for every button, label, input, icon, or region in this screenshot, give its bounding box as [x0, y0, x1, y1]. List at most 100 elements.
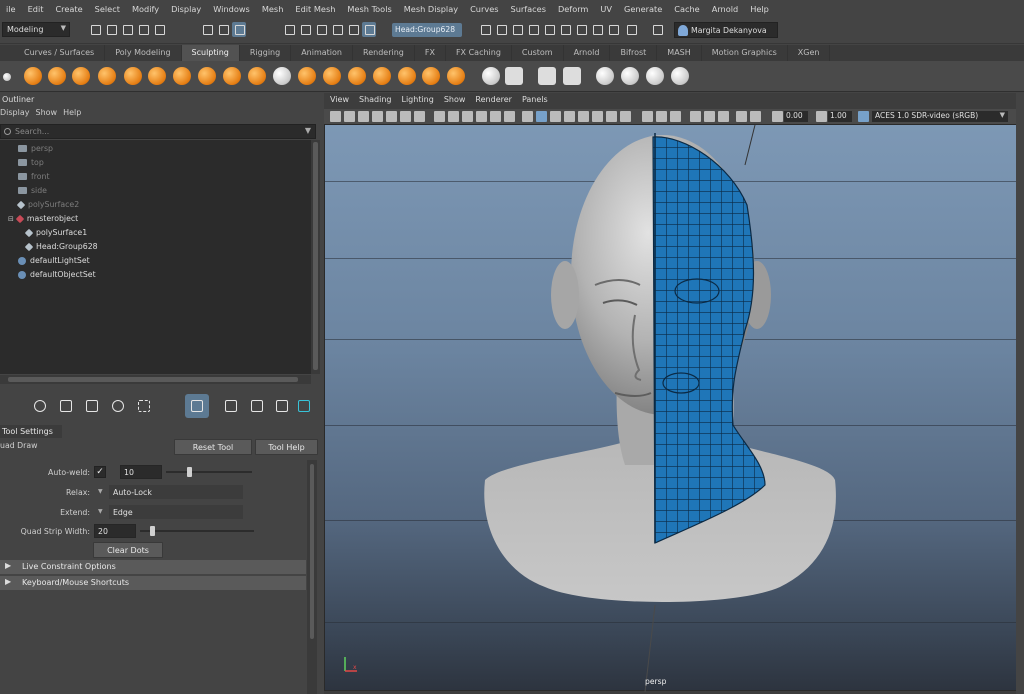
outliner-horizontal-scrollbar[interactable]	[0, 375, 311, 384]
xray-joints-icon[interactable]	[718, 111, 729, 122]
reset-tool-button[interactable]: Reset Tool	[174, 439, 252, 455]
chevron-down-icon[interactable]: ▼	[305, 126, 311, 135]
menu-select[interactable]: Select	[89, 4, 126, 14]
sculpt-brush-icon[interactable]	[24, 67, 42, 85]
outliner-vertical-scrollbar[interactable]	[311, 140, 320, 374]
amplify-brush-icon[interactable]	[422, 67, 440, 85]
shelf-tab-animation[interactable]: Animation	[291, 45, 353, 61]
viewport-menu-panels[interactable]: Panels	[522, 95, 548, 108]
hypershade-icon[interactable]	[542, 22, 556, 37]
viewport-menu-lighting[interactable]: Lighting	[401, 95, 433, 108]
outliner-menu-show[interactable]: Show	[36, 108, 64, 120]
menu-deform[interactable]: Deform	[552, 4, 594, 14]
auto-weld-checkbox[interactable]: ✓	[94, 466, 106, 478]
smooth-brush-icon[interactable]	[48, 67, 66, 85]
tool-help-button[interactable]: Tool Help	[255, 439, 318, 455]
outliner-item-masterobject[interactable]: ⊟ masterobject	[8, 212, 78, 225]
screen-space-ao-icon[interactable]	[606, 111, 617, 122]
mash-logo-icon[interactable]	[292, 394, 316, 418]
grid-icon[interactable]	[414, 111, 425, 122]
menu-edit-mesh[interactable]: Edit Mesh	[289, 4, 341, 14]
menu-file[interactable]: ile	[0, 4, 22, 14]
select-tool-icon[interactable]	[4, 394, 28, 418]
arnold-render-icon[interactable]	[606, 22, 620, 37]
menu-mesh-tools[interactable]: Mesh Tools	[341, 4, 397, 14]
panel-layout-icon[interactable]	[650, 22, 664, 37]
knife-brush-icon[interactable]	[348, 67, 366, 85]
outliner-item-front[interactable]: front	[18, 170, 50, 183]
quad-draw-icon[interactable]	[621, 67, 639, 85]
shelf-tab-motion-graphics[interactable]: Motion Graphics	[702, 45, 788, 61]
textured-icon[interactable]	[564, 111, 575, 122]
gate-mask-icon[interactable]	[462, 111, 473, 122]
quad-strip-width-slider-track[interactable]	[140, 530, 254, 532]
menu-mesh-display[interactable]: Mesh Display	[398, 4, 464, 14]
scrollbar-thumb[interactable]	[8, 377, 298, 382]
quad-draw-tool-icon[interactable]	[185, 394, 209, 418]
ipr-render-icon[interactable]	[590, 22, 604, 37]
view-transform-dropdown[interactable]: ACES 1.0 SDR-video (sRGB) ▼	[872, 111, 1008, 122]
backface-culling-icon[interactable]	[736, 111, 747, 122]
viewport-canvas[interactable]: x persp	[324, 124, 1024, 692]
lasso-tool-icon[interactable]	[28, 394, 52, 418]
chevron-down-icon[interactable]: ▼	[98, 508, 103, 515]
foamy-brush-icon[interactable]	[173, 67, 191, 85]
render-settings-icon[interactable]	[526, 22, 540, 37]
collapse-icon[interactable]: ⊟	[8, 215, 14, 223]
fill-brush-icon[interactable]	[323, 67, 341, 85]
shelf-tab-sculpting[interactable]: Sculpting	[181, 45, 240, 61]
relax-dropdown[interactable]: Auto-Lock	[109, 485, 243, 499]
viewport-menu-show[interactable]: Show	[444, 95, 466, 108]
wax-brush-icon[interactable]	[273, 67, 291, 85]
shelf-tab-custom[interactable]: Custom	[512, 45, 564, 61]
menu-arnold[interactable]: Arnold	[706, 4, 745, 14]
menu-surfaces[interactable]: Surfaces	[505, 4, 552, 14]
bulge-brush-icon[interactable]	[398, 67, 416, 85]
menu-edit[interactable]: Edit	[22, 4, 50, 14]
shelf-tab-curves-surfaces[interactable]: Curves / Surfaces	[14, 45, 106, 61]
outliner-item-defaultlightset[interactable]: defaultLightSet	[18, 254, 90, 267]
menu-help[interactable]: Help	[744, 4, 775, 14]
2d-pan-zoom-icon[interactable]	[386, 111, 397, 122]
rotate-tool-icon[interactable]	[106, 394, 130, 418]
wireframe-on-shaded-icon[interactable]	[550, 111, 561, 122]
make-live-icon[interactable]	[362, 22, 376, 37]
quad-strip-width-slider-thumb[interactable]	[150, 526, 155, 536]
viewport-menu-renderer[interactable]: Renderer	[475, 95, 512, 108]
scrollbar-thumb[interactable]	[310, 464, 314, 639]
grease-pencil-icon[interactable]	[400, 111, 411, 122]
live-constraint-options-section[interactable]: ▶ Live Constraint Options	[0, 560, 306, 574]
spray-brush-icon[interactable]	[198, 67, 216, 85]
exposure-field[interactable]: 0.00	[784, 111, 808, 122]
keyboard-mouse-shortcuts-section[interactable]: ▶ Keyboard/Mouse Shortcuts	[0, 576, 306, 590]
construction-history-icon[interactable]	[478, 22, 492, 37]
exposure-icon[interactable]	[750, 111, 761, 122]
outliner-item-defaultobjectset[interactable]: defaultObjectSet	[18, 268, 96, 281]
outliner-item-persp[interactable]: persp	[18, 142, 53, 155]
shelf-tab-arnold[interactable]: Arnold	[564, 45, 611, 61]
menu-uv[interactable]: UV	[594, 4, 618, 14]
scrape-brush-icon[interactable]	[298, 67, 316, 85]
grab-brush-icon[interactable]	[98, 67, 116, 85]
tool-settings-scrollbar[interactable]	[307, 460, 317, 694]
xray-icon[interactable]	[690, 111, 701, 122]
snap-curve-icon[interactable]	[298, 22, 312, 37]
uv-editor-icon[interactable]	[538, 67, 556, 85]
snap-point-icon[interactable]	[314, 22, 328, 37]
color-management-icon[interactable]	[858, 111, 869, 122]
redo-icon[interactable]	[152, 22, 166, 37]
shelf-tab-fx-caching[interactable]: FX Caching	[446, 45, 512, 61]
retopo-icon[interactable]	[596, 67, 614, 85]
menu-modify[interactable]: Modify	[126, 4, 165, 14]
pinch-brush-icon[interactable]	[124, 67, 142, 85]
repeat-brush-icon[interactable]	[223, 67, 241, 85]
outliner-search-input[interactable]: Search... ▼	[0, 124, 316, 139]
layout-icon[interactable]	[270, 394, 294, 418]
move-tool-icon[interactable]	[80, 394, 104, 418]
render-view-icon[interactable]	[510, 22, 524, 37]
viewport-menu-shading[interactable]: Shading	[359, 95, 392, 108]
gamma-field[interactable]: 1.00	[828, 111, 852, 122]
freeze-brush-icon[interactable]	[447, 67, 465, 85]
quad-strip-width-field[interactable]: 20	[94, 524, 136, 538]
shadows-icon[interactable]	[592, 111, 603, 122]
